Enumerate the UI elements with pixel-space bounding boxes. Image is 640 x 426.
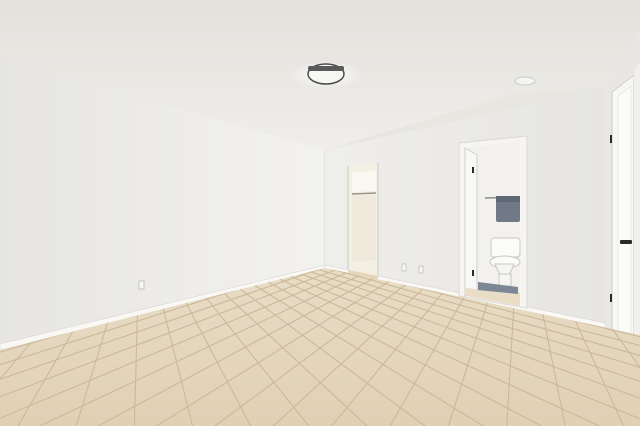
outlet-back-2 [418,265,424,274]
right-door [610,73,635,372]
door-handle [620,240,632,244]
door-hinge [610,294,612,302]
ceiling-light-fixture [307,63,345,85]
door-hinge [472,270,474,276]
walk-in-closet-doorway [347,162,379,280]
door-hinge [472,167,474,173]
bathroom-door [464,147,478,297]
door-hinge [610,135,612,143]
outlet-back-1 [401,263,407,272]
empty-bedroom-photo [0,0,640,426]
smoke-detector [514,76,536,86]
bathroom-doorway [458,135,528,309]
wall-outlet [138,280,145,290]
